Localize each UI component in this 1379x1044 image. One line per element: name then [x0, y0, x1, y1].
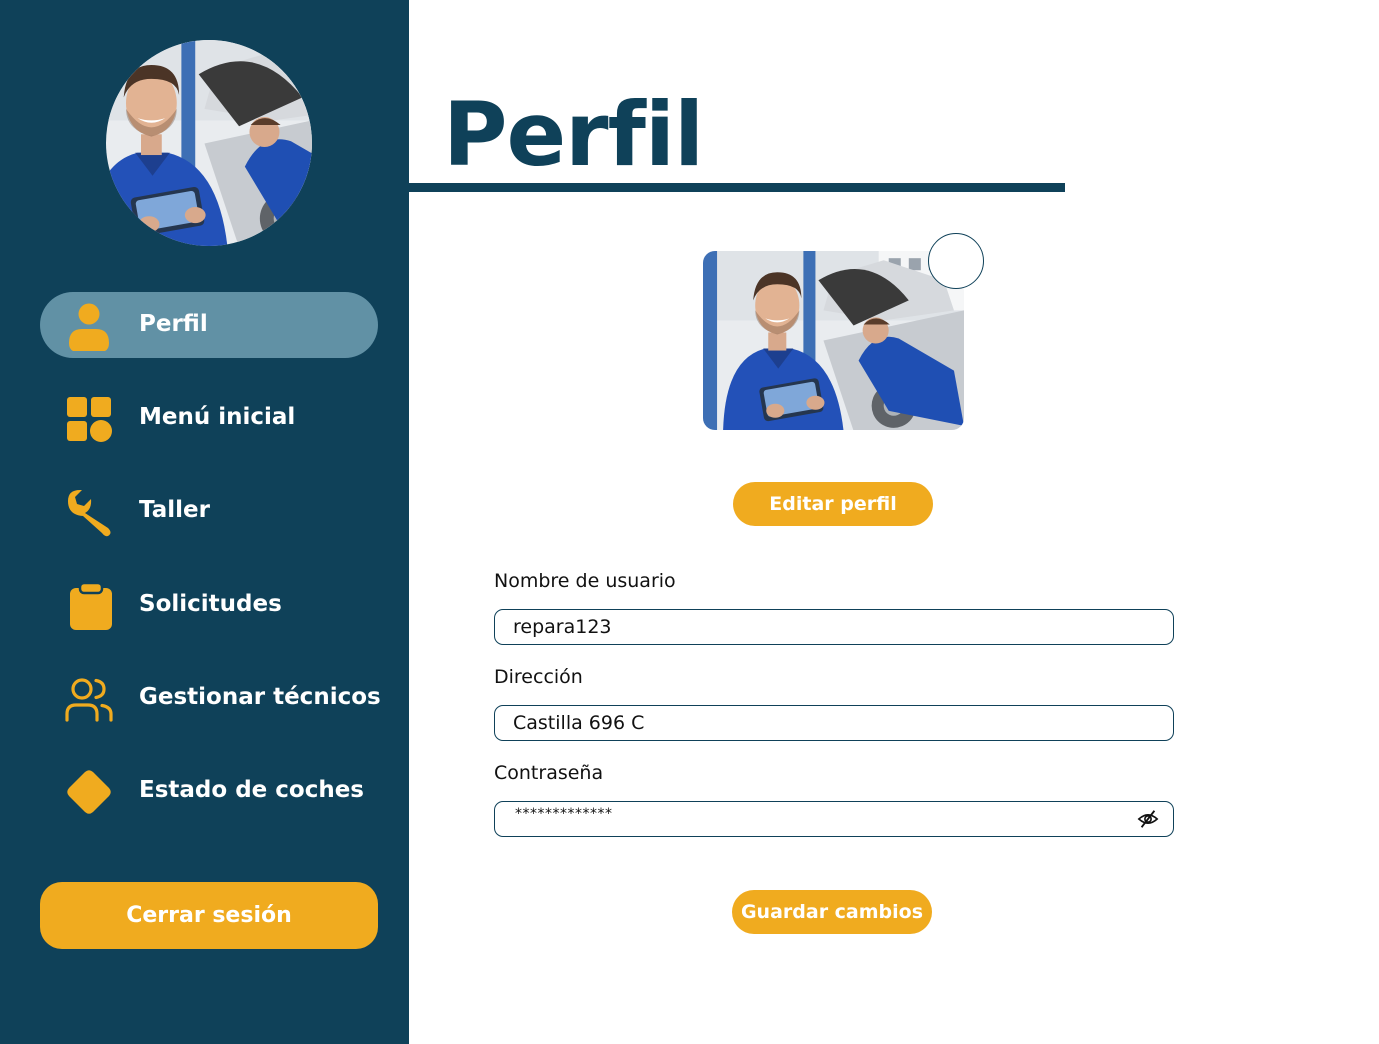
- sidebar-item-estado-de-coches[interactable]: Estado de coches: [40, 758, 378, 824]
- address-label: Dirección: [494, 666, 583, 688]
- sidebar-item-menu-inicial[interactable]: Menú inicial: [40, 385, 378, 451]
- change-photo-button[interactable]: [928, 233, 984, 289]
- users-icon: [64, 674, 114, 724]
- address-field-box: [494, 705, 1174, 741]
- save-changes-button[interactable]: Guardar cambios: [732, 890, 932, 934]
- password-label: Contraseña: [494, 762, 604, 784]
- address-input[interactable]: [513, 706, 1113, 739]
- clipboard-icon: [64, 581, 114, 631]
- sidebar: Perfil Menú inicial Taller Solicitudes G…: [0, 0, 409, 1044]
- username-label: Nombre de usuario: [494, 570, 676, 592]
- wrench-icon: [64, 487, 114, 537]
- sidebar-item-label: Solicitudes: [139, 591, 282, 617]
- sidebar-item-label: Perfil: [139, 311, 208, 337]
- sidebar-item-perfil[interactable]: Perfil: [40, 292, 378, 358]
- sidebar-item-taller[interactable]: Taller: [40, 478, 378, 544]
- mechanic-avatar: [106, 40, 312, 246]
- password-input[interactable]: *************: [515, 806, 613, 822]
- password-field[interactable]: *************: [494, 801, 1174, 837]
- diamond-icon: [64, 767, 114, 817]
- logout-button[interactable]: Cerrar sesión: [40, 882, 378, 949]
- eye-off-icon[interactable]: [1137, 808, 1159, 830]
- sidebar-item-label: Gestionar técnicos: [139, 684, 381, 710]
- avatar: [106, 40, 312, 246]
- grid-icon: [64, 394, 114, 444]
- sidebar-item-label: Taller: [139, 497, 210, 523]
- profile-photo: [703, 251, 964, 430]
- sidebar-item-label: Estado de coches: [139, 777, 364, 803]
- username-field-box: [494, 609, 1174, 645]
- page-title: Perfil: [443, 83, 704, 186]
- title-underline: [409, 183, 1065, 192]
- sidebar-item-label: Menú inicial: [139, 404, 296, 430]
- edit-profile-button[interactable]: Editar perfil: [733, 482, 933, 526]
- username-input[interactable]: [513, 610, 1113, 643]
- sidebar-item-gestionar-tecnicos[interactable]: Gestionar técnicos: [40, 665, 381, 731]
- mechanic-photo: [703, 251, 964, 430]
- sidebar-item-solicitudes[interactable]: Solicitudes: [40, 572, 378, 638]
- user-icon: [64, 301, 114, 351]
